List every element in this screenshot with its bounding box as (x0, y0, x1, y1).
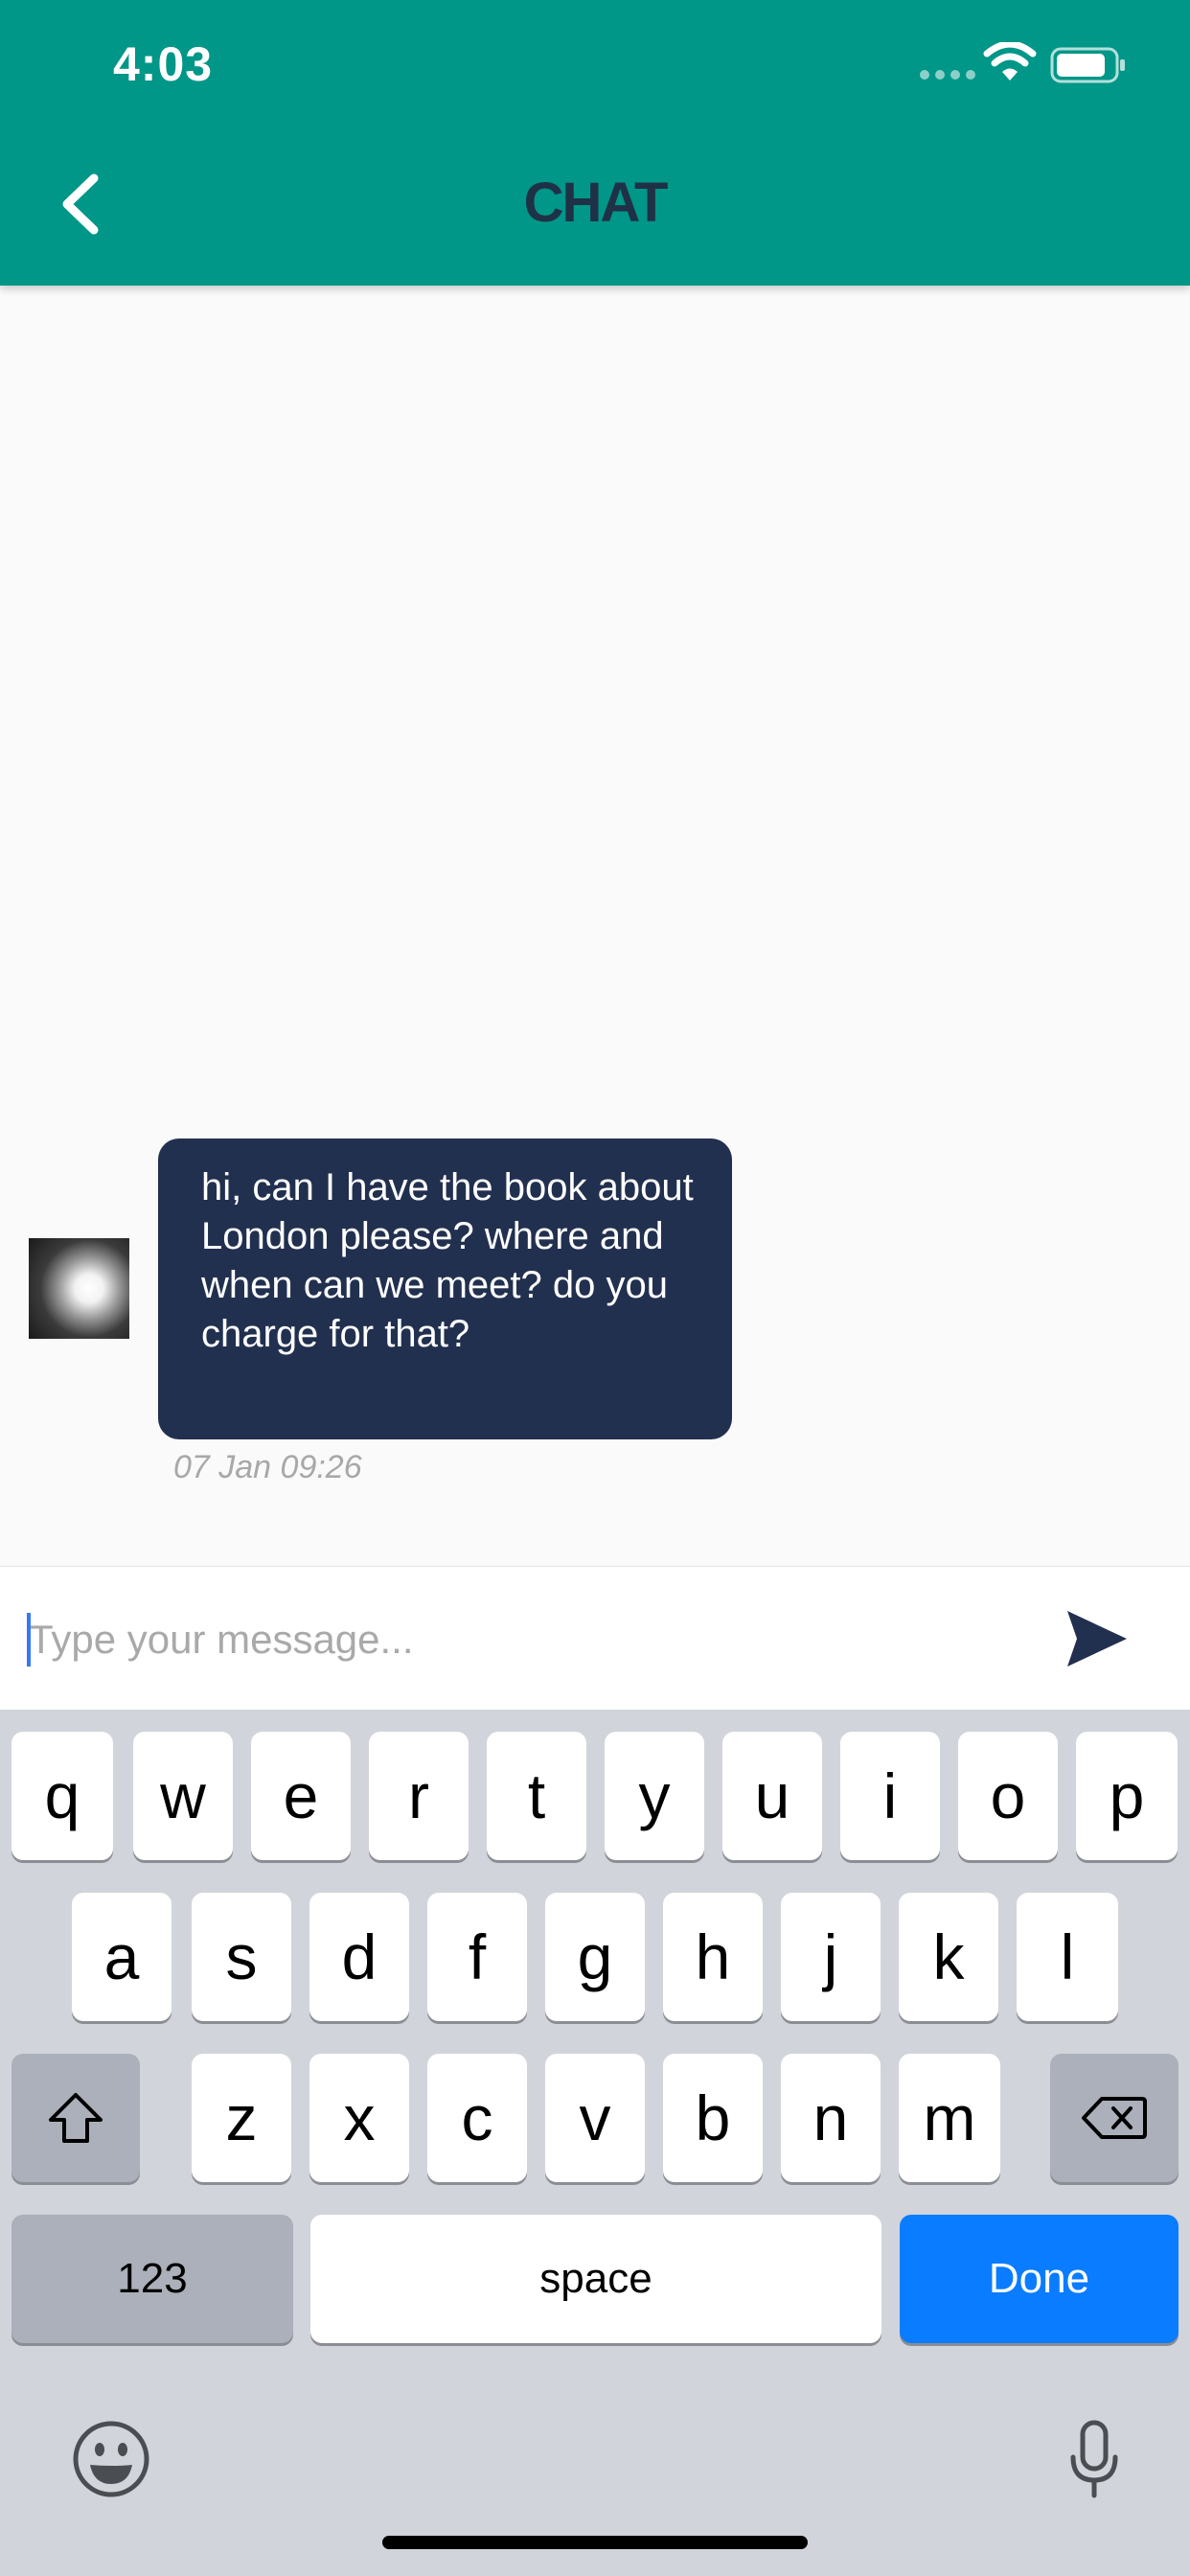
avatar[interactable] (29, 1238, 129, 1339)
app-header: 4:03 CHAT (0, 0, 1190, 286)
key-h[interactable]: h (663, 1893, 763, 2021)
key-u[interactable]: u (722, 1732, 822, 1860)
message-composer (0, 1566, 1190, 1711)
mic-icon[interactable] (1067, 2419, 1121, 2499)
home-indicator[interactable] (382, 2536, 808, 2549)
page-title: CHAT (523, 172, 669, 234)
key-i[interactable]: i (840, 1732, 940, 1860)
shift-key[interactable] (11, 2054, 140, 2182)
emoji-icon[interactable] (71, 2419, 151, 2499)
message-bubble[interactable]: hi, can I have the book about London ple… (158, 1138, 732, 1439)
message-timestamp: 07 Jan 09:26 (173, 1449, 362, 1485)
key-s[interactable]: s (192, 1893, 291, 2021)
text-caret (27, 1613, 31, 1667)
cellular-signal-icon (920, 67, 981, 84)
send-icon (1067, 1611, 1127, 1667)
key-z[interactable]: z (192, 2054, 291, 2182)
key-c[interactable]: c (427, 2054, 527, 2182)
key-o[interactable]: o (958, 1732, 1058, 1860)
key-g[interactable]: g (545, 1893, 645, 2021)
shift-icon (49, 2093, 103, 2143)
key-p[interactable]: p (1076, 1732, 1178, 1860)
key-t[interactable]: t (487, 1732, 586, 1860)
key-m[interactable]: m (899, 2054, 1000, 2182)
send-button[interactable] (1064, 1607, 1131, 1670)
battery-icon (1050, 47, 1125, 83)
backspace-icon (1082, 2097, 1147, 2139)
key-v[interactable]: v (545, 2054, 645, 2182)
space-key[interactable]: space (310, 2215, 881, 2343)
key-n[interactable]: n (781, 2054, 881, 2182)
key-y[interactable]: y (605, 1732, 704, 1860)
message-input[interactable] (29, 1609, 1006, 1670)
key-w[interactable]: w (133, 1732, 233, 1860)
key-e[interactable]: e (251, 1732, 351, 1860)
key-q[interactable]: q (11, 1732, 113, 1860)
key-l[interactable]: l (1017, 1893, 1118, 2021)
key-r[interactable]: r (369, 1732, 469, 1860)
message-text: hi, can I have the book about London ple… (201, 1166, 694, 1355)
key-f[interactable]: f (427, 1893, 527, 2021)
backspace-key[interactable] (1050, 2054, 1179, 2182)
key-a[interactable]: a (72, 1893, 172, 2021)
key-b[interactable]: b (663, 2054, 763, 2182)
key-x[interactable]: x (309, 2054, 409, 2182)
key-d[interactable]: d (309, 1893, 409, 2021)
numbers-key[interactable]: 123 (11, 2215, 293, 2343)
status-time: 4:03 (113, 37, 214, 91)
key-j[interactable]: j (781, 1893, 881, 2021)
wifi-icon (983, 42, 1037, 80)
key-k[interactable]: k (899, 1893, 998, 2021)
done-key[interactable]: Done (900, 2215, 1179, 2343)
